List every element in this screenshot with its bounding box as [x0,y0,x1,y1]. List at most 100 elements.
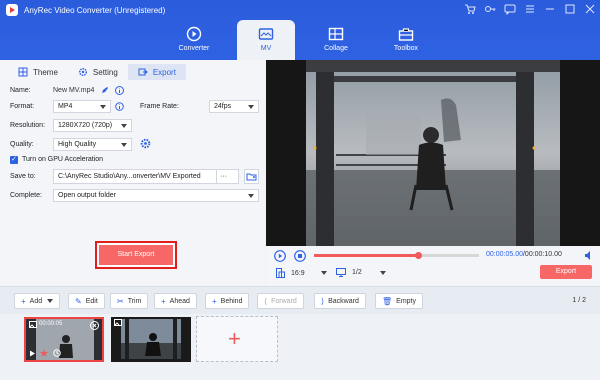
top-bar: AnyRec Video Converter (Unregistered) Co… [0,0,600,60]
screen-ratio-value: 1/2 [352,269,362,276]
chevron-down-icon [248,194,254,198]
subtab-setting[interactable]: Setting [68,64,128,80]
backward-label: Backward [328,297,359,305]
aspect-ratio-value: 16:9 [291,269,305,277]
complete-select[interactable]: Open output folder [53,189,259,202]
current-time: 00:00:05.00 [486,251,523,258]
maximize-icon[interactable] [564,3,576,15]
progress-bar[interactable] [314,252,479,259]
menu-icon[interactable] [524,3,536,15]
subtab-export[interactable]: Export [127,64,186,80]
play-clip-icon[interactable] [29,350,36,357]
window-controls [464,3,596,15]
export-icon [138,68,148,76]
complete-label: Complete: [10,192,42,199]
gear-icon [78,67,87,77]
video-preview [266,60,600,246]
behind-button[interactable]: + Behind [205,293,250,309]
timeline-clip-2[interactable] [111,317,191,362]
timecode: 00:00:05.00/00:00:10.00 [486,251,562,258]
tab-collage[interactable]: Collage [307,20,365,60]
page-indicator: 1 / 2 [572,297,586,304]
format-settings-icon[interactable] [115,102,124,111]
aspect-ratio-icon [276,268,285,278]
collage-icon [328,27,344,41]
timeline: 00:00:05 + [0,314,600,380]
tab-toolbox[interactable]: Toolbox [377,20,435,60]
empty-button[interactable]: 🗑 Empty [375,293,423,309]
edit-icon: ✎ [75,296,82,306]
stop-icon[interactable] [294,250,306,262]
close-icon[interactable] [584,3,596,15]
frame-rate-label: Frame Rate: [140,103,179,110]
chevron-down-icon [121,124,127,128]
chevron-down-icon [379,270,386,275]
timeline-clip-1[interactable]: 00:00:05 [24,317,104,362]
format-select[interactable]: MP4 [53,100,111,113]
complete-value: Open output folder [58,192,116,199]
tab-mv[interactable]: MV [237,20,295,60]
name-value[interactable]: New MV.mp4 [53,87,94,94]
mv-icon [258,28,274,40]
edit-name-icon[interactable] [101,86,109,94]
effect-icon[interactable] [40,349,48,357]
add-button[interactable]: + Add [14,293,61,309]
add-clip-placeholder[interactable]: + [196,316,278,362]
image-icon [114,319,122,326]
trim-label: Trim [127,297,142,305]
screen-ratio-control[interactable]: 1/2 [336,268,386,277]
gpu-checkbox[interactable]: ✓ [10,156,18,164]
tab-collage-label: Collage [324,45,348,52]
page-current: 1 [572,297,577,304]
quality-select[interactable]: High Quality [53,138,132,151]
minimize-icon[interactable] [544,3,556,15]
edit-button[interactable]: ✎ Edit [68,293,105,309]
resolution-select[interactable]: 1280X720 (720p) [53,119,132,132]
ahead-icon: + [161,296,166,306]
export-button[interactable]: Export [540,265,592,279]
format-label: Format: [10,103,35,110]
behind-icon: + [212,296,217,306]
resolution-value: 1280X720 (720p) [58,122,113,129]
subtab-theme[interactable]: Theme [8,64,68,80]
player-controls: 00:00:05.00/00:00:10.00 16:9 1/2 Export [266,246,600,286]
backward-button[interactable]: ⟩ Backward [314,293,366,309]
chevron-down-icon [320,271,327,275]
forward-button[interactable]: ⟨ Forward [257,293,304,309]
total-time: /00:00:10.00 [522,251,562,258]
monitor-icon [336,268,346,277]
key-icon[interactable] [484,3,496,15]
start-export-button[interactable]: Start Export [99,245,173,265]
format-value: MP4 [58,103,73,110]
forward-label: Forward [271,297,297,305]
add-label: Add [29,297,43,305]
aspect-ratio-control[interactable]: 16:9 [276,268,327,278]
remove-clip-icon[interactable] [90,321,99,330]
mv-subtabs: Theme Setting Export [8,64,186,80]
info-icon[interactable] [115,86,124,95]
scissors-icon: ✂ [117,296,124,306]
chat-icon[interactable] [504,3,516,15]
app-title: AnyRec Video Converter (Unregistered) [24,5,166,15]
theme-icon [18,67,28,77]
clock-icon[interactable] [53,349,61,357]
gpu-label: Turn on GPU Acceleration [22,156,104,163]
chevron-down-icon [248,105,254,109]
ahead-button[interactable]: + Ahead [154,293,197,309]
tab-toolbox-label: Toolbox [393,45,419,52]
browse-more-button[interactable]: ··· [220,170,227,183]
tab-converter[interactable]: Converter [165,20,223,60]
plus-icon: + [228,326,241,351]
volume-icon[interactable] [584,250,594,261]
open-folder-icon[interactable] [244,169,259,184]
cart-icon[interactable] [464,3,476,15]
frame-rate-select[interactable]: 24fps [209,100,259,113]
play-icon[interactable] [274,250,286,262]
quality-gear-icon[interactable] [140,138,151,149]
progress-handle[interactable] [414,252,422,259]
toolbox-icon [398,28,414,41]
forward-icon: ⟨ [264,296,268,306]
save-path-field[interactable]: C:\AnyRec Studio\Any...onverter\MV Expor… [53,169,239,184]
export-panel: Theme Setting Export Name: New MV.mp4 Fo… [0,60,265,286]
trim-button[interactable]: ✂ Trim [110,293,149,309]
